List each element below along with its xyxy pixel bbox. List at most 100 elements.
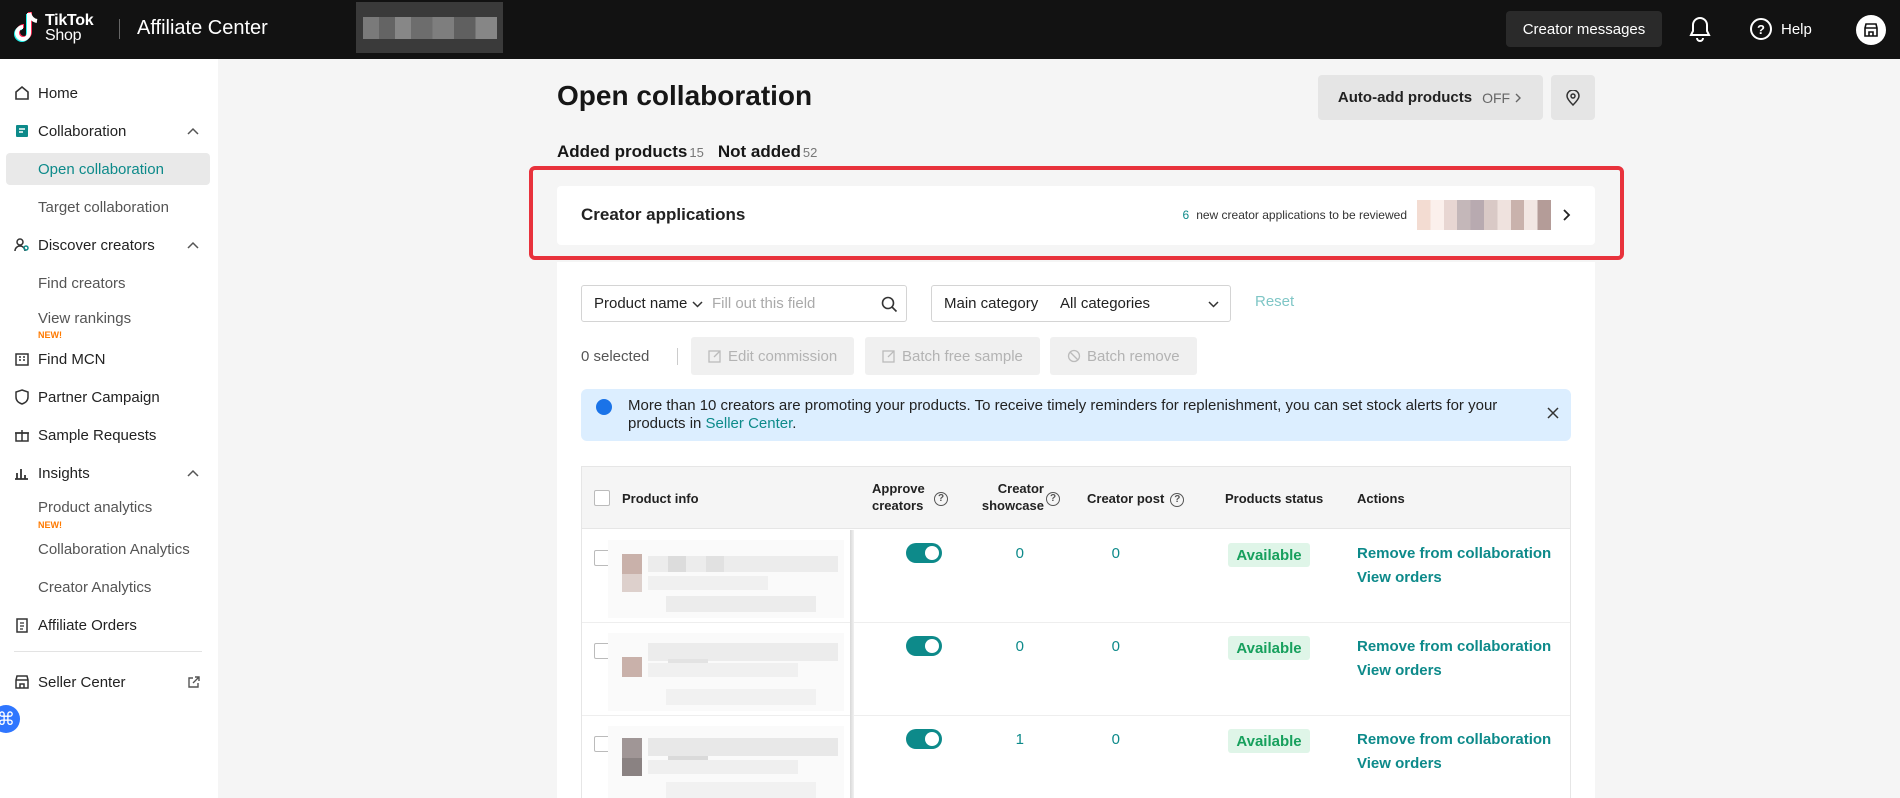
store-name-redacted[interactable] xyxy=(356,2,503,53)
floating-assistant-icon[interactable]: ⌘ xyxy=(0,705,20,733)
sidebar-item-find-mcn[interactable]: Find MCN xyxy=(0,343,218,375)
sidebar-item-label: Creator Analytics xyxy=(38,578,152,596)
chevron-up-icon xyxy=(187,241,199,249)
sidebar-item-label: Partner Campaign xyxy=(38,388,160,406)
sidebar-item-home[interactable]: Home xyxy=(0,77,218,109)
sidebar-item-sample-requests[interactable]: Sample Requests xyxy=(0,419,218,451)
tab-label: Not added xyxy=(717,142,801,161)
table-header: Product info Approve creators ? Creator … xyxy=(582,467,1570,529)
view-orders-link[interactable]: View orders xyxy=(1357,659,1442,683)
creator-post-count[interactable]: 0 xyxy=(1080,638,1120,655)
tiktok-shop-logo[interactable]: TikTok Shop xyxy=(13,11,94,45)
creator-showcase-count[interactable]: 1 xyxy=(984,731,1024,748)
sidebar-item-open-collaboration[interactable]: Open collaboration xyxy=(6,153,210,185)
sidebar-item-target-collaboration[interactable]: Target collaboration xyxy=(0,191,218,223)
remove-from-collaboration-link[interactable]: Remove from collaboration xyxy=(1357,728,1551,752)
logo-text-shop: Shop xyxy=(45,27,82,44)
alert-text: More than 10 creators are promoting your… xyxy=(628,397,1508,433)
header-approve-line1: Approve xyxy=(872,481,925,496)
search-icon[interactable] xyxy=(881,296,898,313)
creator-showcase-count[interactable]: 0 xyxy=(984,638,1024,655)
remove-from-collaboration-link[interactable]: Remove from collaboration xyxy=(1357,635,1551,659)
help-icon[interactable]: ? xyxy=(1046,491,1060,506)
approve-creators-toggle[interactable] xyxy=(906,729,942,749)
sidebar-item-product-analytics[interactable]: Product analytics xyxy=(0,491,218,523)
sidebar-item-seller-center[interactable]: Seller Center xyxy=(0,666,218,698)
product-info-redacted xyxy=(608,540,844,618)
auto-add-products-button[interactable]: Auto-add products OFF xyxy=(1318,75,1543,120)
sidebar-item-label: Affiliate Orders xyxy=(38,616,137,634)
sidebar-item-creator-analytics[interactable]: Creator Analytics xyxy=(0,571,218,603)
sidebar-item-discover-creators[interactable]: Discover creators xyxy=(0,229,218,261)
header-creator-post: Creator post? xyxy=(1087,490,1185,507)
auto-add-state: OFF xyxy=(1482,89,1511,106)
sidebar-item-view-rankings[interactable]: View rankings xyxy=(0,302,218,334)
sidebar-item-label: Target collaboration xyxy=(38,198,169,216)
batch-free-sample-button[interactable]: Batch free sample xyxy=(865,337,1040,375)
edit-icon xyxy=(882,350,895,363)
shop-avatar[interactable] xyxy=(1856,15,1886,45)
help-link[interactable]: ? Help xyxy=(1750,18,1812,40)
sidebar-item-find-creators[interactable]: Find creators xyxy=(0,267,218,299)
edit-commission-button[interactable]: Edit commission xyxy=(691,337,855,375)
creator-messages-button[interactable]: Creator messages xyxy=(1506,11,1662,47)
creator-post-count[interactable]: 0 xyxy=(1080,731,1120,748)
view-orders-link[interactable]: View orders xyxy=(1357,566,1442,590)
sidebar-item-affiliate-orders[interactable]: Affiliate Orders xyxy=(0,609,218,641)
view-orders-link[interactable]: View orders xyxy=(1357,752,1442,776)
tab-count: 15 xyxy=(689,145,704,160)
external-link-icon xyxy=(188,675,200,688)
clipboard-icon xyxy=(16,618,28,633)
tab-not-added[interactable]: Not added 52 xyxy=(718,142,818,162)
seller-center-link[interactable]: Seller Center xyxy=(706,415,793,432)
gift-icon xyxy=(15,430,29,442)
approve-creators-toggle[interactable] xyxy=(906,636,942,656)
header-products-status: Products status xyxy=(1225,491,1324,506)
creator-post-count[interactable]: 0 xyxy=(1080,545,1120,562)
sidebar-item-insights[interactable]: Insights xyxy=(0,457,218,489)
help-icon[interactable]: ? xyxy=(1170,492,1185,507)
header-creator-showcase: Creator showcase xyxy=(976,480,1044,514)
header-showcase-line2: showcase xyxy=(981,498,1044,513)
main-category-value: All categories xyxy=(1060,295,1151,312)
header-product-info: Product info xyxy=(622,491,699,506)
bell-icon[interactable] xyxy=(1688,16,1712,42)
tab-count: 52 xyxy=(802,145,818,160)
sidebar-item-label: Find creators xyxy=(38,274,126,292)
product-search-field[interactable]: Product name Fill out this field xyxy=(581,285,907,322)
alert-suffix: . xyxy=(792,415,797,432)
help-icon[interactable]: ? xyxy=(934,491,948,506)
new-badge: NEW! xyxy=(38,520,62,530)
search-field-selector[interactable]: Product name xyxy=(594,295,687,312)
sidebar: Home Collaboration Open collaboration Ta… xyxy=(0,59,218,798)
products-table: Product info Approve creators ? Creator … xyxy=(581,466,1571,798)
sidebar-item-collaboration-analytics[interactable]: Collaboration Analytics xyxy=(0,533,218,565)
batch-remove-button[interactable]: Batch remove xyxy=(1050,337,1197,375)
sidebar-item-partner-campaign[interactable]: Partner Campaign xyxy=(0,381,218,413)
location-pin-button[interactable] xyxy=(1551,75,1595,120)
main-category-select[interactable]: Main category All categories xyxy=(931,285,1231,322)
reset-button[interactable]: Reset xyxy=(1255,293,1294,310)
remove-from-collaboration-link[interactable]: Remove from collaboration xyxy=(1357,542,1551,566)
status-badge: Available xyxy=(1228,636,1310,660)
header-showcase-line1: Creator xyxy=(997,481,1044,496)
sidebar-item-collaboration[interactable]: Collaboration xyxy=(0,115,218,147)
chevron-down-icon xyxy=(1208,301,1219,308)
tab-added-products[interactable]: Added products 15 xyxy=(557,142,704,162)
chevron-down-icon xyxy=(692,301,703,308)
sidebar-item-label: Sample Requests xyxy=(38,426,157,444)
product-info-redacted xyxy=(608,633,844,711)
close-icon[interactable] xyxy=(1547,407,1559,419)
search-input[interactable]: Fill out this field xyxy=(712,295,815,312)
creator-showcase-count[interactable]: 0 xyxy=(984,545,1024,562)
select-all-checkbox[interactable] xyxy=(594,490,610,506)
collaboration-icon xyxy=(16,125,28,137)
frozen-column-edge xyxy=(850,716,854,798)
table-row: 0 0 Available Remove from collaboration … xyxy=(582,530,1570,623)
approve-creators-toggle[interactable] xyxy=(906,543,942,563)
header-creator-post-label: Creator post xyxy=(1087,491,1165,506)
frozen-column-edge xyxy=(850,530,854,623)
sidebar-item-label: Insights xyxy=(38,464,90,482)
sidebar-item-label: Open collaboration xyxy=(38,160,164,178)
store-icon xyxy=(15,675,29,689)
